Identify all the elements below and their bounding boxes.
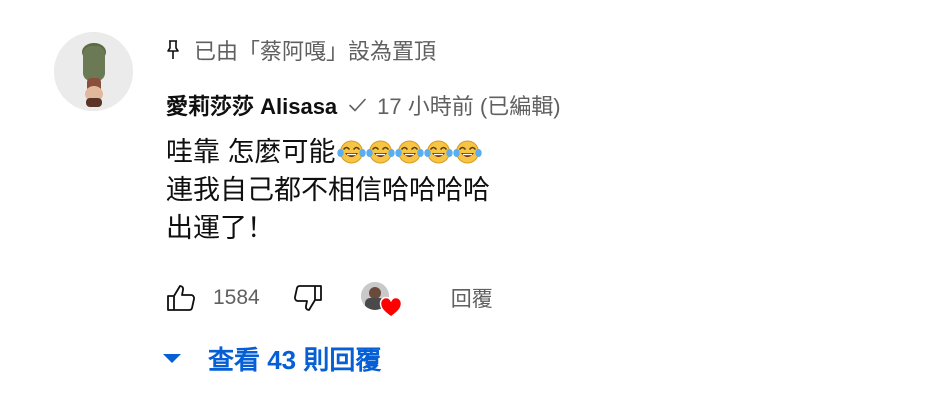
heart-icon	[379, 296, 403, 318]
like-button[interactable]	[166, 283, 196, 313]
reply-button[interactable]: 回覆	[451, 283, 493, 313]
author-name[interactable]: 愛莉莎莎 Alisasa	[166, 89, 337, 121]
emoji-group	[336, 137, 482, 164]
face-with-tears-of-joy-icon	[452, 137, 482, 164]
comment-line: 哇靠 怎麼可能	[166, 133, 490, 171]
like-count: 1584	[213, 286, 260, 309]
author-avatar[interactable]	[54, 32, 133, 111]
dislike-button[interactable]	[293, 283, 323, 313]
face-with-tears-of-joy-icon	[336, 137, 366, 164]
comment-line-text: 哇靠 怎麼可能	[166, 137, 336, 167]
comment-line: 連我自己都不相信哈哈哈哈	[166, 175, 490, 205]
comment-header: 愛莉莎莎 Alisasa 17 小時前 (已編輯)	[166, 89, 561, 121]
checkmark-icon	[347, 95, 367, 115]
thumbs-up-icon	[167, 285, 195, 311]
caret-down-icon	[160, 346, 184, 370]
comment-line: 出運了！	[166, 213, 274, 243]
comment-timestamp[interactable]: 17 小時前 (已編輯)	[377, 89, 560, 121]
pinned-indicator: 已由「蔡阿嘎」設為置頂	[166, 34, 436, 66]
thumbs-down-icon	[293, 285, 322, 311]
pinned-text: 已由「蔡阿嘎」設為置頂	[194, 39, 437, 64]
view-replies-label: 查看 43 則回覆	[208, 344, 382, 375]
comment-text: 哇靠 怎麼可能 連我自己都不相信哈哈哈哈 出運了！	[166, 133, 490, 247]
avatar-image	[54, 32, 133, 111]
face-with-tears-of-joy-icon	[423, 137, 453, 164]
comment-actions: 1584 回覆	[166, 280, 493, 318]
view-replies-button[interactable]: 查看 43 則回覆	[160, 338, 381, 378]
face-with-tears-of-joy-icon	[394, 137, 424, 164]
face-with-tears-of-joy-icon	[365, 137, 395, 164]
pin-icon	[166, 39, 180, 61]
creator-heart-badge	[360, 280, 405, 318]
